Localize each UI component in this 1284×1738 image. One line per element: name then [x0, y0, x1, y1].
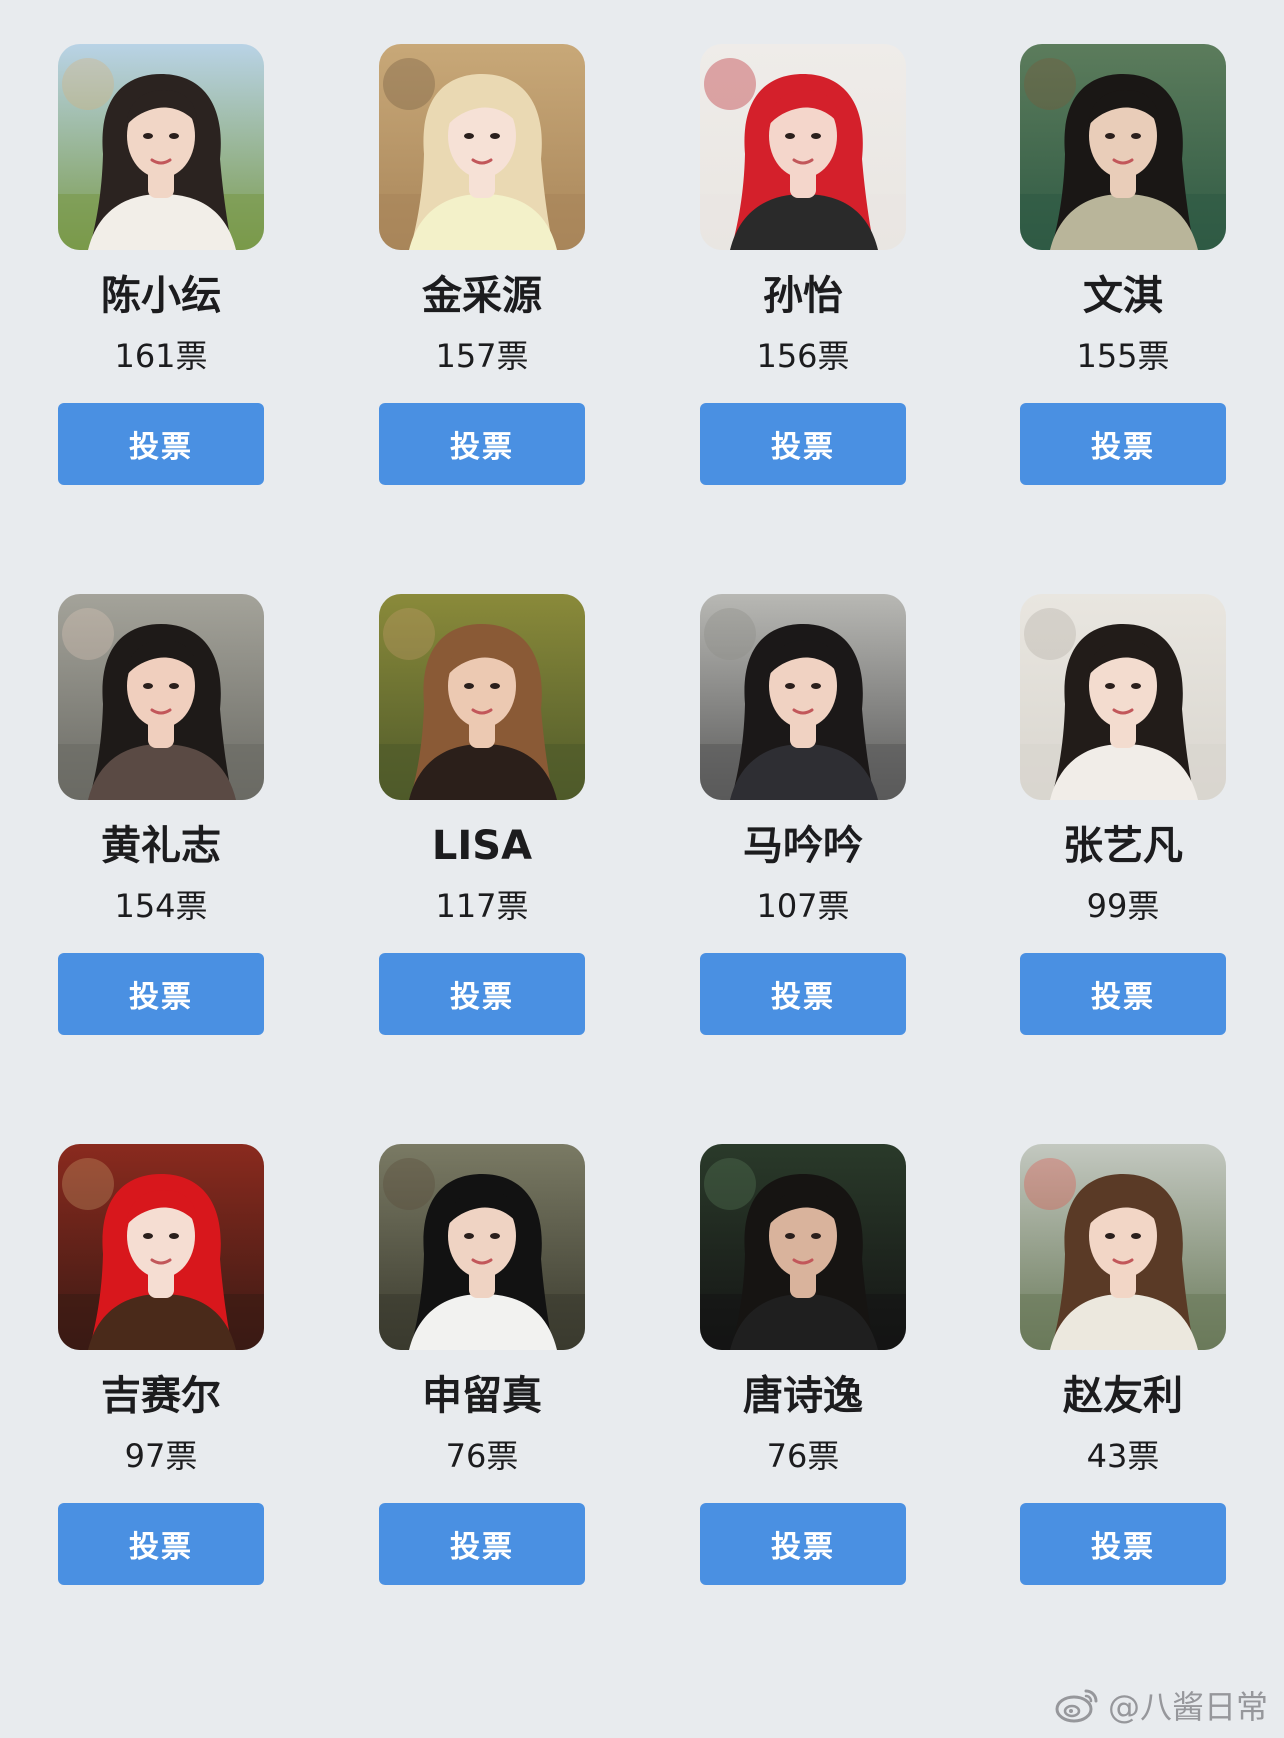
- portrait-image: [58, 1144, 264, 1350]
- vote-button[interactable]: 投票: [58, 1503, 264, 1585]
- candidate-photo[interactable]: [379, 44, 585, 250]
- portrait-image: [700, 44, 906, 250]
- vote-count: 156票: [756, 337, 850, 375]
- candidate-name: 赵友利: [1063, 1373, 1183, 1419]
- vote-count: 157票: [435, 337, 529, 375]
- candidate-photo[interactable]: [700, 1144, 906, 1350]
- vote-count: 76票: [445, 1437, 519, 1475]
- portrait-image: [379, 44, 585, 250]
- vote-button[interactable]: 投票: [1020, 1503, 1226, 1585]
- candidate-name: 黄礼志: [101, 823, 221, 869]
- portrait-image: [58, 44, 264, 250]
- vote-button[interactable]: 投票: [700, 953, 906, 1035]
- weibo-logo-icon: [1055, 1689, 1098, 1723]
- candidate-photo[interactable]: [1020, 594, 1226, 800]
- candidate-photo[interactable]: [1020, 44, 1226, 250]
- vote-button[interactable]: 投票: [1020, 953, 1226, 1035]
- candidate-name: 马吟吟: [743, 823, 863, 869]
- candidate-card: 张艺凡 99票投票: [1020, 594, 1226, 1035]
- candidate-card: 马吟吟 107票投票: [700, 594, 906, 1035]
- vote-count: 97票: [124, 1437, 198, 1475]
- vote-count: 161票: [114, 337, 208, 375]
- candidate-name: 申留真: [422, 1373, 542, 1419]
- candidate-photo[interactable]: [1020, 1144, 1226, 1350]
- candidate-photo[interactable]: [700, 44, 906, 250]
- vote-button[interactable]: 投票: [379, 1503, 585, 1585]
- candidate-card: 金采源 157票投票: [379, 44, 585, 485]
- candidate-card: 赵友利 43票投票: [1020, 1144, 1226, 1585]
- candidate-name: 张艺凡: [1063, 823, 1183, 869]
- candidate-name: 陈小纭: [101, 273, 221, 319]
- portrait-image: [1020, 1144, 1226, 1350]
- candidate-name: 金采源: [422, 273, 542, 319]
- portrait-image: [379, 594, 585, 800]
- vote-count: 99票: [1086, 887, 1160, 925]
- candidate-photo[interactable]: [700, 594, 906, 800]
- vote-button[interactable]: 投票: [1020, 403, 1226, 485]
- candidate-name: LISA: [431, 823, 533, 869]
- watermark-text: @八酱日常: [1107, 1688, 1268, 1726]
- portrait-image: [379, 1144, 585, 1350]
- candidate-photo[interactable]: [58, 1144, 264, 1350]
- vote-count: 76票: [766, 1437, 840, 1475]
- vote-count: 117票: [435, 887, 529, 925]
- candidate-card: 文淇 155票投票: [1020, 44, 1226, 485]
- watermark: @八酱日常: [1054, 1682, 1268, 1728]
- candidate-photo[interactable]: [379, 1144, 585, 1350]
- candidate-card: 陈小纭 161票投票: [58, 44, 264, 485]
- vote-button[interactable]: 投票: [58, 953, 264, 1035]
- candidate-card: 申留真 76票投票: [379, 1144, 585, 1585]
- portrait-image: [58, 594, 264, 800]
- candidate-grid: 陈小纭 161票 投票 金采源 157票 投票 孙怡 156票 投票 文淇 155票 投票 黄礼志 154…: [0, 0, 1284, 1738]
- portrait-image: [700, 594, 906, 800]
- candidate-name: 唐诗逸: [743, 1373, 863, 1419]
- candidate-card: 吉赛尔 97票投票: [58, 1144, 264, 1585]
- candidate-name: 孙怡: [763, 273, 843, 319]
- candidate-card: 黄礼志 154票投票: [58, 594, 264, 1035]
- vote-button[interactable]: 投票: [379, 953, 585, 1035]
- vote-button[interactable]: 投票: [700, 403, 906, 485]
- portrait-image: [700, 1144, 906, 1350]
- candidate-name: 文淇: [1083, 273, 1163, 319]
- candidate-name: 吉赛尔: [101, 1373, 221, 1419]
- vote-button[interactable]: 投票: [379, 403, 585, 485]
- vote-button[interactable]: 投票: [58, 403, 264, 485]
- candidate-card: 唐诗逸 76票投票: [700, 1144, 906, 1585]
- candidate-card: LISA 117票投票: [379, 594, 585, 1035]
- vote-count: 107票: [756, 887, 850, 925]
- vote-button[interactable]: 投票: [700, 1503, 906, 1585]
- candidate-photo[interactable]: [58, 594, 264, 800]
- vote-count: 154票: [114, 887, 208, 925]
- candidate-photo[interactable]: [58, 44, 264, 250]
- vote-count: 155票: [1076, 337, 1170, 375]
- candidate-photo[interactable]: [379, 594, 585, 800]
- portrait-image: [1020, 594, 1226, 800]
- portrait-image: [1020, 44, 1226, 250]
- vote-count: 43票: [1086, 1437, 1160, 1475]
- candidate-card: 孙怡 156票投票: [700, 44, 906, 485]
